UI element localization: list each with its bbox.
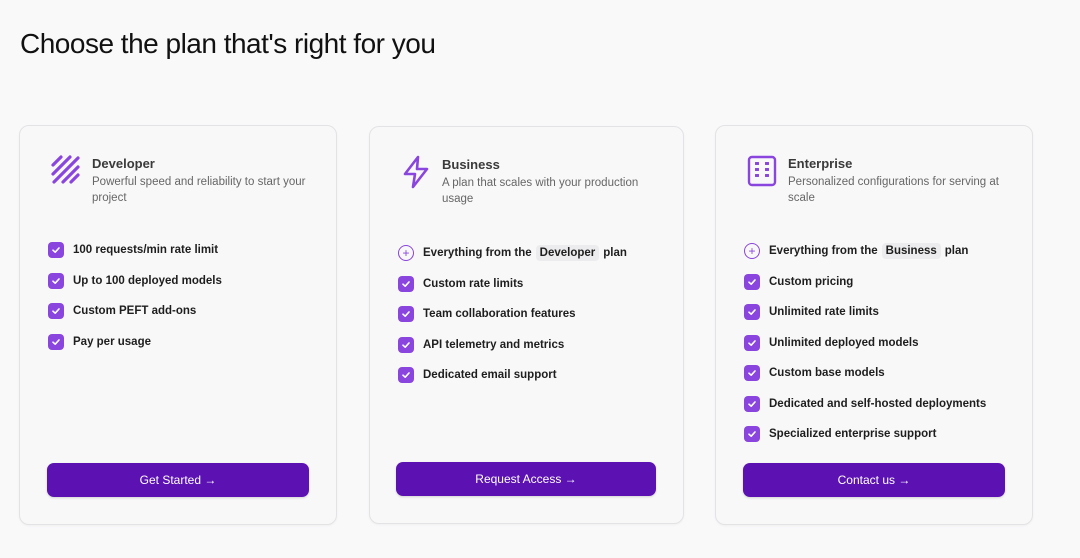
plan-header: Enterprise Personalized configurations f… (746, 154, 1016, 206)
feature-item-inherited: + Everything from the Developer plan (398, 238, 627, 269)
plan-card-business: Business A plan that scales with your pr… (369, 126, 684, 524)
page-title: Choose the plan that's right for you (20, 28, 436, 59)
contact-us-button[interactable]: Contact us → (743, 463, 1005, 497)
checkbox-checked-icon (398, 336, 414, 353)
feature-item-inherited: + Everything from the Business plan (744, 236, 986, 267)
plus-circle-icon: + (744, 243, 760, 260)
plan-chip: Business (881, 243, 941, 260)
checkbox-checked-icon (744, 365, 760, 382)
feature-item: Team collaboration features (398, 299, 627, 330)
checkbox-checked-icon (744, 334, 760, 351)
feature-item: Custom rate limits (398, 269, 627, 300)
plan-name: Developer (92, 156, 155, 171)
feature-item: Up to 100 deployed models (48, 266, 222, 297)
feature-item: Custom PEFT add-ons (48, 296, 222, 327)
checkbox-checked-icon (398, 367, 414, 384)
lightning-bolt-icon (400, 155, 432, 189)
request-access-button[interactable]: Request Access → (396, 462, 656, 496)
feature-item: 100 requests/min rate limit (48, 235, 222, 266)
plan-header: Developer Powerful speed and reliability… (50, 154, 320, 206)
get-started-button[interactable]: Get Started → (47, 463, 309, 497)
plan-header: Business A plan that scales with your pr… (400, 155, 670, 207)
feature-list: + Everything from the Business plan Cust… (744, 236, 986, 450)
plan-description: A plan that scales with your production … (442, 177, 639, 205)
plus-circle-icon: + (398, 245, 414, 262)
plan-description: Powerful speed and reliability to start … (92, 176, 306, 204)
checkbox-checked-icon (744, 304, 760, 321)
checkbox-checked-icon (398, 275, 414, 292)
feature-list: + Everything from the Developer plan Cus… (398, 238, 627, 391)
feature-list: 100 requests/min rate limit Up to 100 de… (48, 235, 222, 357)
plan-description: Personalized configurations for serving … (788, 176, 999, 204)
checkbox-checked-icon (744, 395, 760, 412)
checkbox-checked-icon (48, 242, 64, 259)
plan-chip: Developer (535, 245, 600, 262)
feature-item: Pay per usage (48, 327, 222, 358)
feature-item: Dedicated and self-hosted deployments (744, 389, 986, 420)
plan-name: Business (442, 157, 500, 172)
building-icon (746, 154, 778, 188)
plan-name: Enterprise (788, 156, 853, 171)
feature-item: Custom base models (744, 358, 986, 389)
checkbox-checked-icon (48, 333, 64, 350)
feature-item: Dedicated email support (398, 360, 627, 391)
feature-item: Specialized enterprise support (744, 419, 986, 450)
feature-item: API telemetry and metrics (398, 330, 627, 361)
feature-item: Unlimited deployed models (744, 328, 986, 359)
feature-item: Unlimited rate limits (744, 297, 986, 328)
checkbox-checked-icon (744, 273, 760, 290)
plan-card-enterprise: Enterprise Personalized configurations f… (715, 125, 1033, 525)
checkbox-checked-icon (48, 303, 64, 320)
checkbox-checked-icon (48, 272, 64, 289)
checkbox-checked-icon (398, 306, 414, 323)
feature-item: Custom pricing (744, 267, 986, 298)
checkbox-checked-icon (744, 426, 760, 443)
diagonal-stripes-icon (50, 154, 82, 188)
plan-card-developer: Developer Powerful speed and reliability… (19, 125, 337, 525)
